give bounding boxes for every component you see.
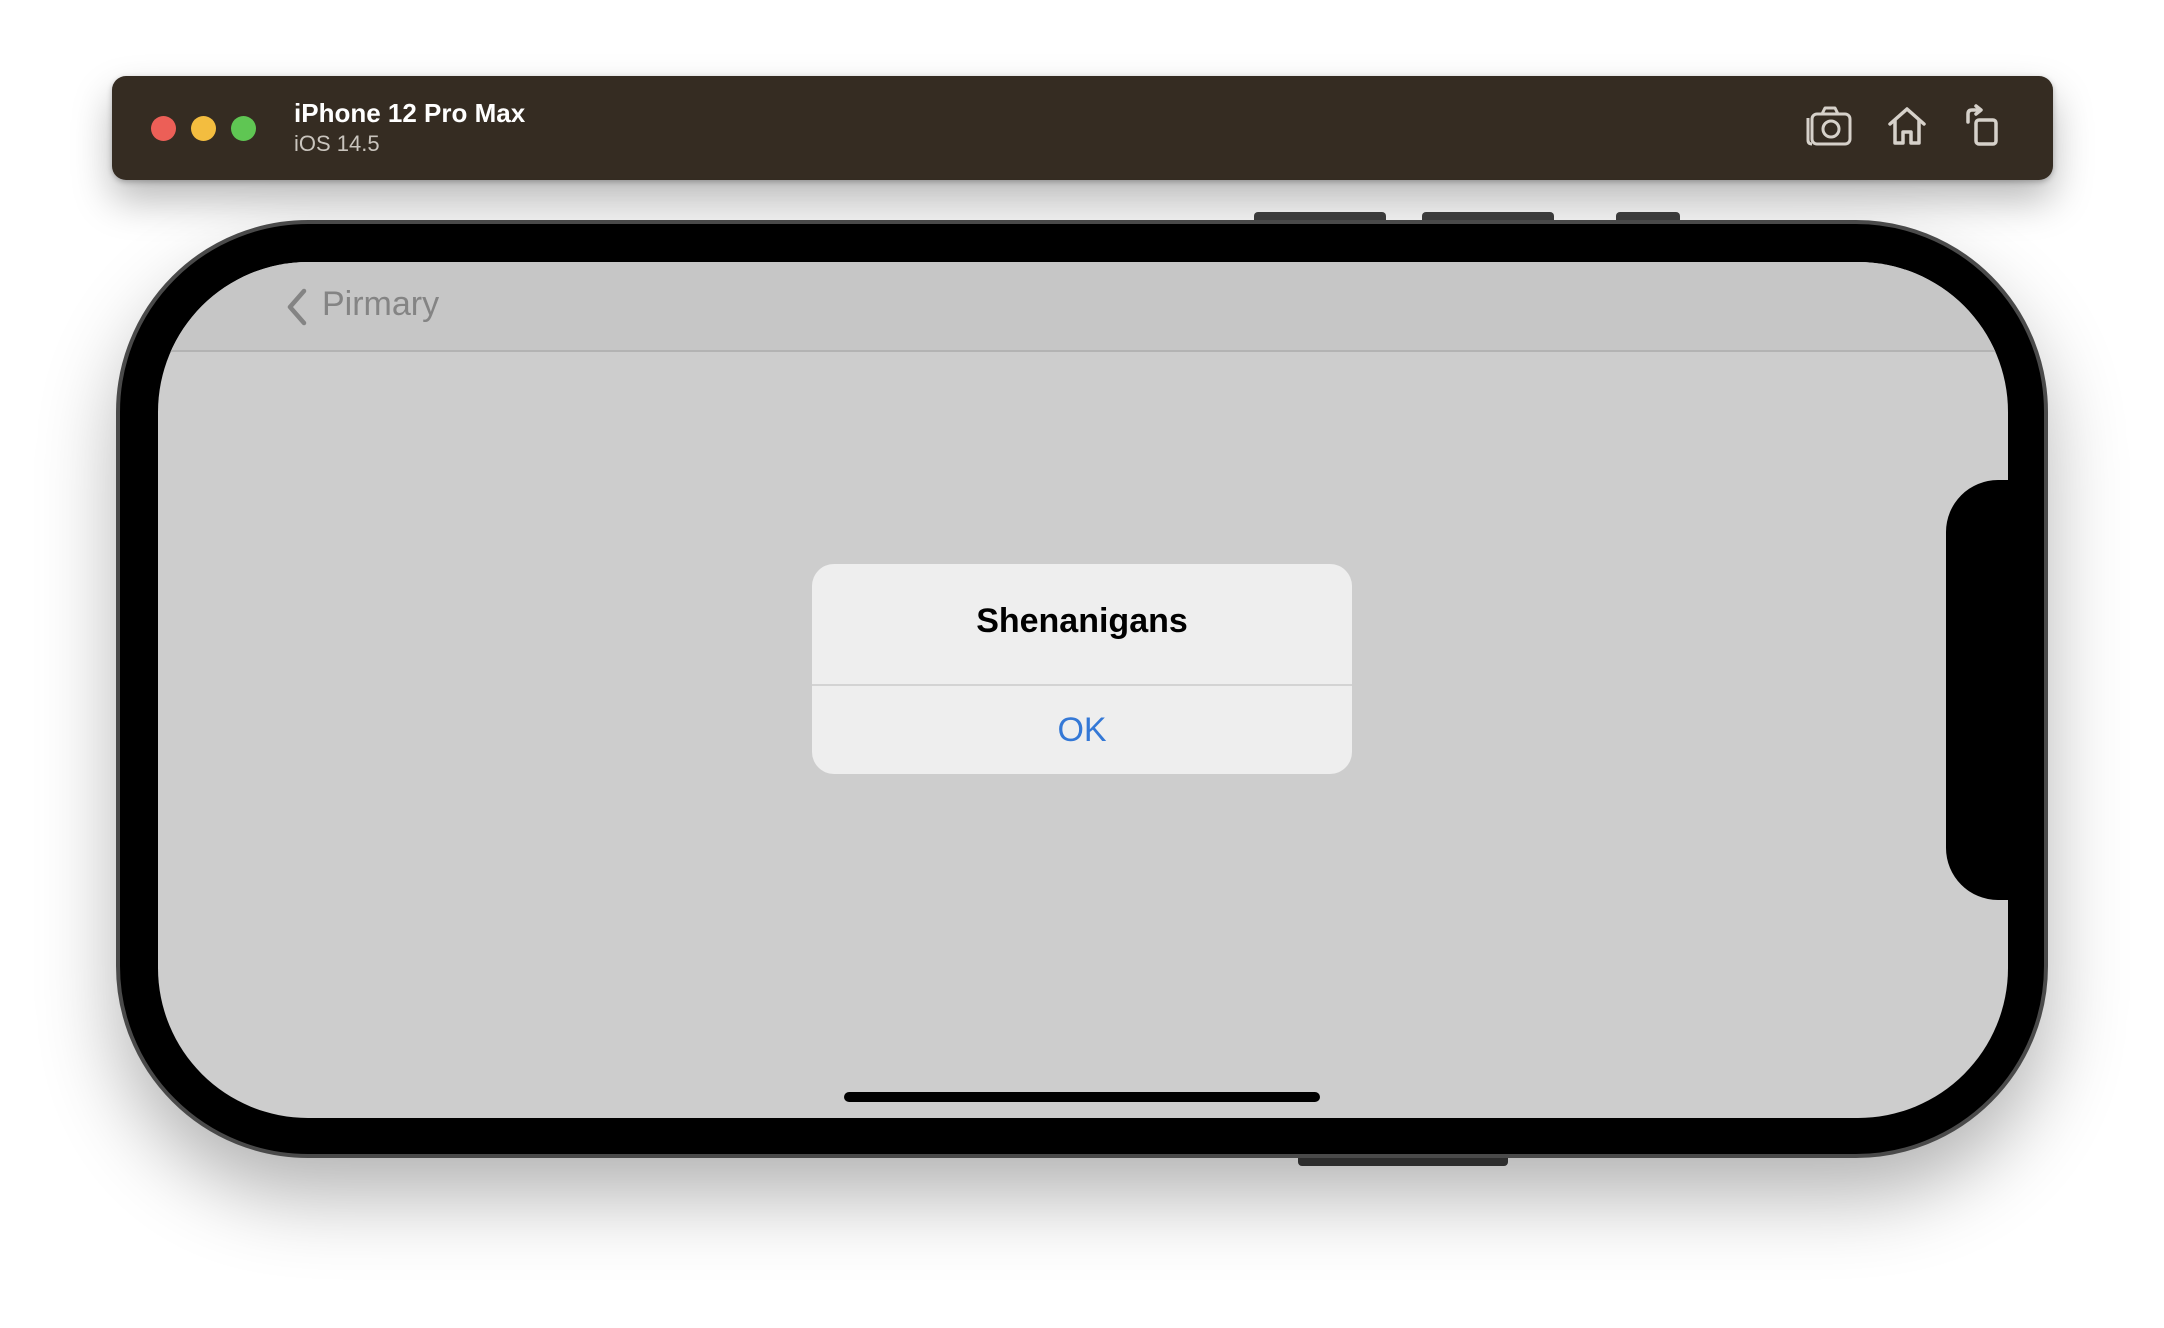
device-name: iPhone 12 Pro Max	[294, 98, 526, 128]
os-version: iOS 14.5	[294, 131, 380, 156]
simulator-title-bar: iPhone 12 Pro Max iOS 14.5	[112, 76, 2053, 180]
back-button-label[interactable]: Pirmary	[322, 285, 439, 324]
close-window-button[interactable]	[151, 116, 176, 141]
zoom-window-button[interactable]	[231, 116, 256, 141]
chevron-left-icon[interactable]	[282, 287, 310, 332]
home-indicator[interactable]	[844, 1092, 1320, 1102]
navigation-bar: Pirmary	[158, 262, 2008, 352]
alert-dialog: Shenanigans OK	[812, 564, 1352, 774]
ok-button[interactable]: OK	[812, 686, 1352, 774]
alert-title: Shenanigans	[976, 602, 1188, 640]
screenshot-icon[interactable]	[1806, 104, 1852, 152]
notch	[1946, 480, 2012, 900]
minimize-window-button[interactable]	[191, 116, 216, 141]
rotate-icon[interactable]	[1962, 104, 2002, 152]
home-icon[interactable]	[1886, 104, 1928, 152]
simulator-window: iPhone 12 Pro Max iOS 14.5 Pirmary Shena…	[0, 0, 2164, 1328]
